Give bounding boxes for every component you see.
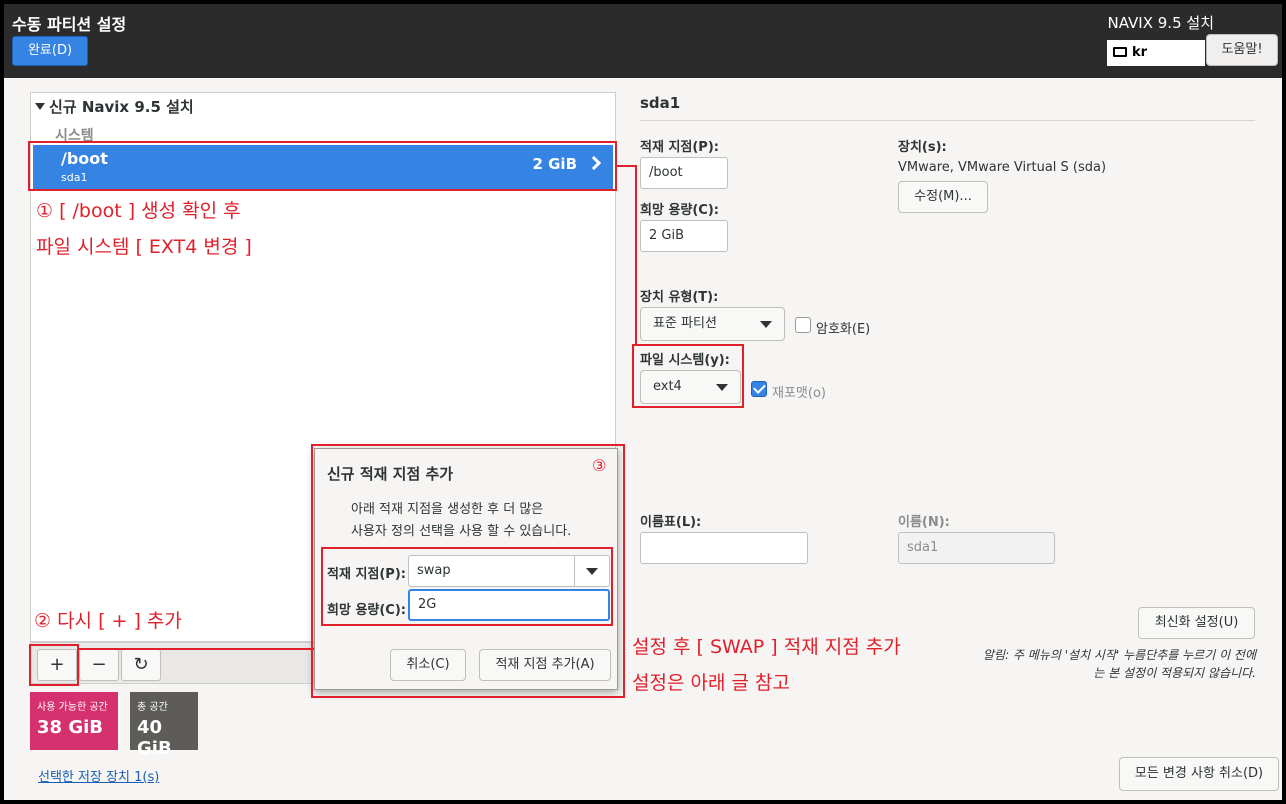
header-bar: 수동 파티션 설정 완료(D) NAVIX 9.5 설치 kr 도움말!	[4, 4, 1282, 78]
name-field-label: 이름(N):	[898, 515, 950, 530]
annotation-step3: ③	[592, 456, 607, 475]
annotation-box-add-button	[29, 644, 79, 686]
label-field[interactable]	[640, 532, 808, 564]
device-value: VMware, VMware Virtual S (sda)	[898, 160, 1107, 175]
reformat-checkbox[interactable]	[751, 381, 767, 397]
annotation-step4-line2: 설정은 아래 글 참고	[632, 672, 790, 694]
remove-mount-point-button[interactable]: −	[79, 649, 119, 681]
device-type-value: 표준 파티션	[653, 316, 717, 331]
name-field: sda1	[898, 532, 1055, 564]
page-title: 수동 파티션 설정	[12, 15, 127, 34]
settings-notice: 알림: 주 메뉴의 '설치 시작' 누름단추를 누르기 이 전에는 본 설정이 …	[983, 648, 1256, 680]
annotation-step1-line1: ① [ /boot ] 생성 확인 후	[36, 200, 241, 222]
available-space-tile: 사용 가능한 공간 38 GiB	[30, 692, 118, 750]
capacity-field[interactable]: 2 GiB	[640, 220, 728, 252]
annotation-connector	[79, 648, 314, 650]
mount-point-label: 적재 지점(P):	[640, 140, 719, 155]
available-space-value: 38 GiB	[37, 717, 103, 738]
keyboard-layout-label: kr	[1132, 45, 1148, 60]
capacity-label: 희망 용량(C):	[640, 203, 719, 218]
annotation-step4-line1: 설정 후 [ SWAP ] 적재 지점 추가	[632, 636, 901, 658]
device-label: 장치(s):	[898, 140, 947, 155]
annotation-box-filesystem	[632, 344, 744, 408]
device-type-label: 장치 유형(T):	[640, 290, 719, 305]
encrypt-label: 암호화(E)	[816, 322, 871, 337]
reformat-label: 재포맷(o)	[772, 386, 826, 401]
total-space-label: 총 공간	[137, 702, 168, 713]
mount-point-field[interactable]: /boot	[640, 157, 728, 189]
total-space-value: 40 GiB	[137, 717, 172, 759]
update-settings-button[interactable]: 최신화 설정(U)	[1138, 607, 1255, 639]
annotation-box-boot-row	[28, 141, 617, 191]
refresh-button[interactable]: ↻	[121, 649, 161, 681]
annotation-step1-line2: 파일 시스템 [ EXT4 변경 ]	[36, 236, 252, 258]
annotation-box-dialog-fields	[321, 547, 613, 626]
expand-triangle-icon	[35, 103, 45, 110]
annotation-step2: ② 다시 [ + ] 추가	[34, 610, 182, 632]
detail-divider	[640, 120, 1255, 121]
encrypt-checkbox[interactable]	[795, 317, 811, 333]
reset-all-button[interactable]: 모든 변경 사항 취소(D)	[1119, 757, 1279, 791]
annotation-connector	[617, 165, 637, 167]
total-space-tile: 총 공간 40 GiB	[130, 692, 198, 759]
device-type-select[interactable]: 표준 파티션	[640, 307, 785, 341]
help-button[interactable]: 도움말!	[1206, 34, 1278, 66]
modify-device-button[interactable]: 수정(M)...	[898, 181, 988, 213]
available-space-label: 사용 가능한 공간	[37, 702, 108, 713]
keyboard-icon	[1113, 47, 1127, 57]
dropdown-arrow-icon	[760, 321, 772, 328]
keyboard-layout-indicator[interactable]: kr	[1107, 40, 1205, 66]
installation-group-header[interactable]: 신규 Navix 9.5 설치	[35, 96, 194, 117]
partition-detail-title: sda1	[640, 94, 681, 112]
installation-group-label: 신규 Navix 9.5 설치	[49, 98, 194, 116]
selected-storage-link[interactable]: 선택한 저장 장치 1(s)	[38, 766, 159, 785]
done-button[interactable]: 완료(D)	[12, 36, 88, 66]
label-field-label: 이름표(L):	[640, 515, 702, 530]
installer-title: NAVIX 9.5 설치	[1107, 14, 1214, 32]
annotation-connector	[635, 165, 637, 345]
